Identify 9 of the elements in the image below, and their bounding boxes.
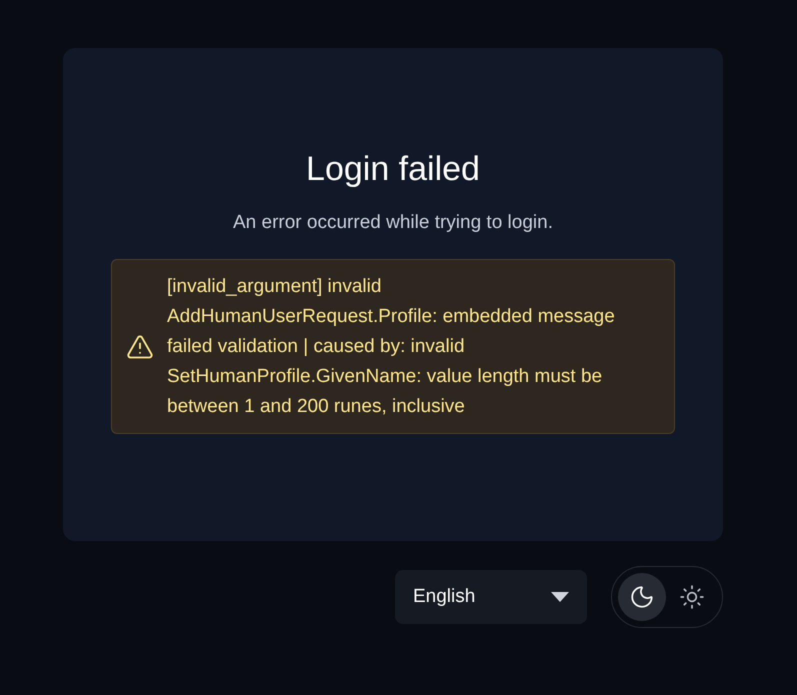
title: Login failed [306,149,480,190]
error-message: [invalid_argument] invalid AddHumanUserRequest.Profile: embedded message failed validation | caused by: invalid SetHumanProfile.GivenName: value length must be between 1 and 200 runes, inclusive [167,274,616,418]
description: An error occurred while trying to login. [233,210,553,234]
caret-icon [551,592,569,602]
sun-icon [679,584,705,610]
language-select[interactable]: English [395,570,587,624]
moon-icon [629,584,655,610]
dark-theme-button[interactable] [618,573,666,621]
warning-icon [126,332,154,360]
